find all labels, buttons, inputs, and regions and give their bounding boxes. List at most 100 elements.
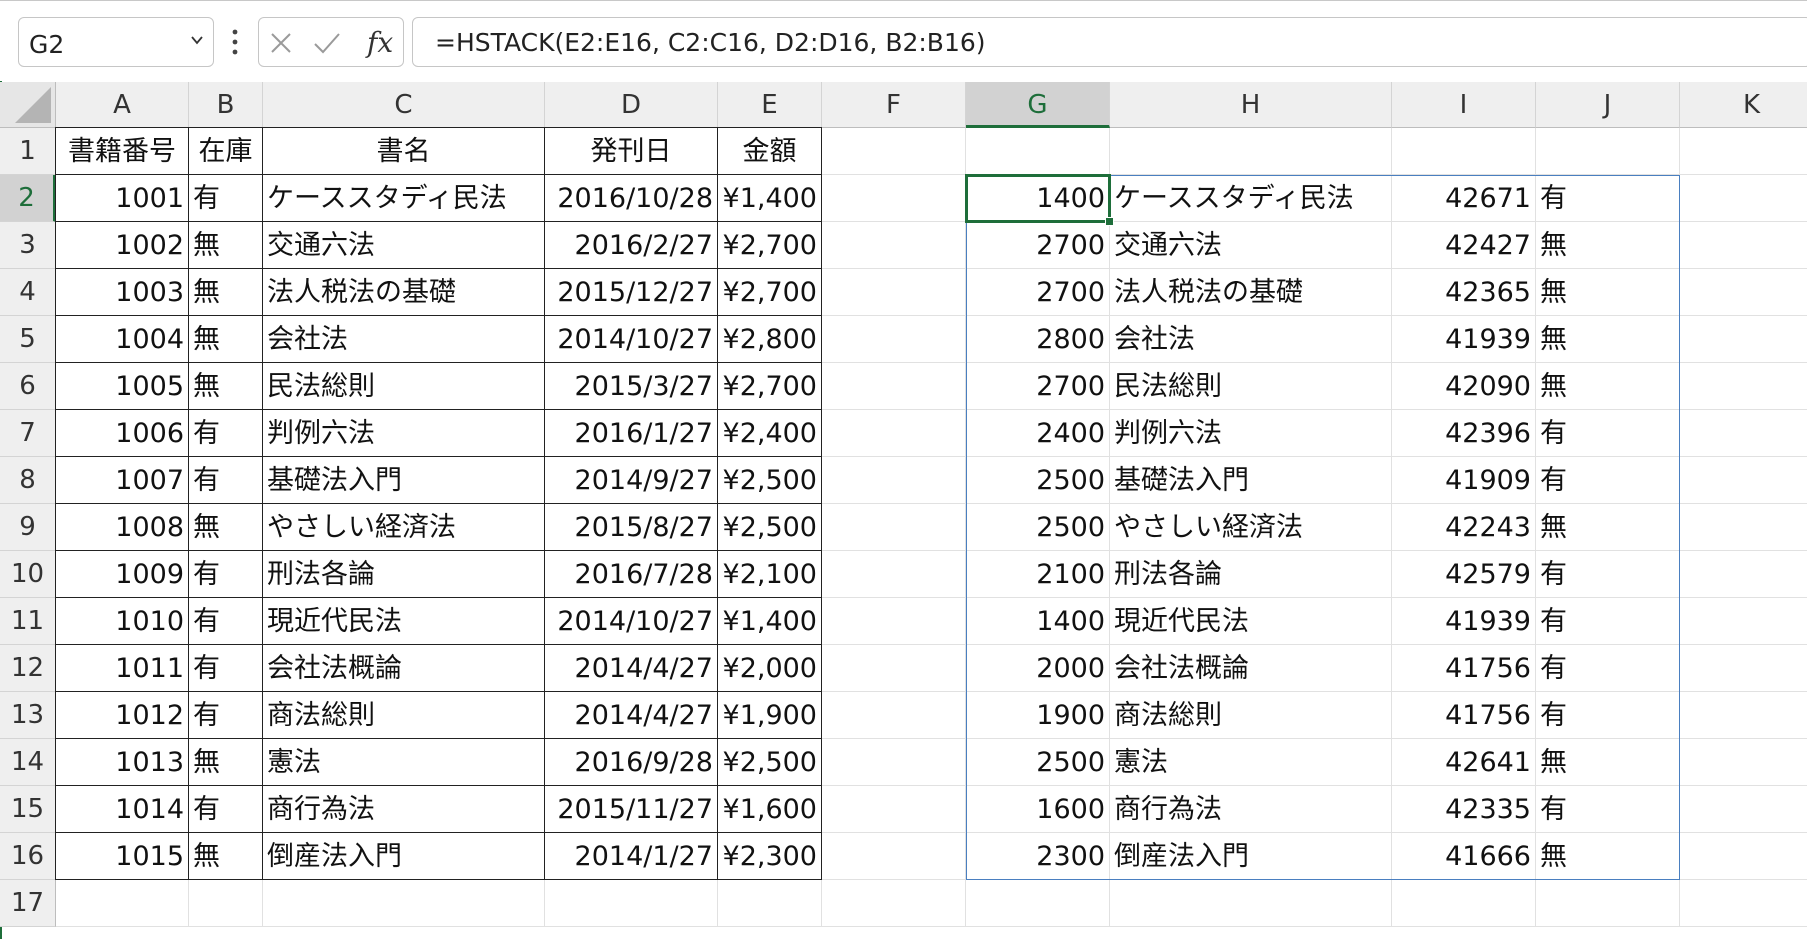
spill-cell[interactable]: 42243: [1392, 504, 1536, 551]
table-cell[interactable]: 1010: [55, 598, 189, 645]
spill-cell[interactable]: 1600: [966, 786, 1110, 833]
spill-cell[interactable]: 無: [1536, 363, 1680, 410]
empty-cell[interactable]: [822, 457, 966, 504]
spill-cell[interactable]: 2500: [966, 504, 1110, 551]
table-header-cell[interactable]: 金額: [718, 127, 822, 175]
spill-cell[interactable]: 2300: [966, 833, 1110, 880]
table-cell[interactable]: 民法総則: [263, 363, 545, 410]
table-cell[interactable]: 会社法: [263, 316, 545, 363]
spill-cell[interactable]: 法人税法の基礎: [1110, 269, 1392, 316]
table-cell[interactable]: 1002: [55, 222, 189, 269]
table-cell[interactable]: 判例六法: [263, 410, 545, 457]
table-cell[interactable]: 有: [189, 692, 263, 739]
table-cell[interactable]: 2016/9/28: [545, 739, 718, 786]
empty-cell[interactable]: [822, 739, 966, 786]
table-cell[interactable]: 2014/4/27: [545, 645, 718, 692]
spill-cell[interactable]: 無: [1536, 504, 1680, 551]
row-header-17[interactable]: 17: [0, 880, 56, 927]
column-header-a[interactable]: A: [56, 82, 189, 128]
table-cell[interactable]: 有: [189, 175, 263, 222]
column-header-j[interactable]: J: [1536, 82, 1680, 128]
empty-cell[interactable]: [822, 786, 966, 833]
table-cell[interactable]: 1011: [55, 645, 189, 692]
empty-cell[interactable]: [822, 128, 966, 175]
row-header-9[interactable]: 9: [0, 504, 56, 551]
spill-cell[interactable]: 交通六法: [1110, 222, 1392, 269]
table-cell[interactable]: ¥2,700: [718, 269, 822, 316]
column-header-d[interactable]: D: [545, 82, 718, 128]
spill-cell[interactable]: 41909: [1392, 457, 1536, 504]
empty-cell[interactable]: [1680, 504, 1807, 551]
empty-cell[interactable]: [822, 645, 966, 692]
spill-cell[interactable]: 有: [1536, 786, 1680, 833]
empty-cell[interactable]: [822, 692, 966, 739]
table-cell[interactable]: 2016/2/27: [545, 222, 718, 269]
column-header-h[interactable]: H: [1110, 82, 1392, 128]
table-cell[interactable]: 有: [189, 645, 263, 692]
spill-cell[interactable]: 有: [1536, 410, 1680, 457]
table-cell[interactable]: 倒産法入門: [263, 833, 545, 880]
cancel-icon[interactable]: [269, 31, 293, 55]
table-cell[interactable]: ¥2,500: [718, 739, 822, 786]
table-cell[interactable]: 2015/3/27: [545, 363, 718, 410]
table-cell[interactable]: 現近代民法: [263, 598, 545, 645]
spill-cell[interactable]: 42396: [1392, 410, 1536, 457]
empty-cell[interactable]: [1536, 880, 1680, 927]
spill-cell[interactable]: 有: [1536, 175, 1680, 222]
table-cell[interactable]: 2015/12/27: [545, 269, 718, 316]
table-cell[interactable]: ¥2,500: [718, 504, 822, 551]
spill-cell[interactable]: 会社法概論: [1110, 645, 1392, 692]
table-cell[interactable]: 2015/11/27: [545, 786, 718, 833]
empty-cell[interactable]: [1680, 739, 1807, 786]
table-cell[interactable]: ケーススタディ民法: [263, 175, 545, 222]
table-cell[interactable]: 無: [189, 316, 263, 363]
spill-cell[interactable]: 現近代民法: [1110, 598, 1392, 645]
column-header-c[interactable]: C: [263, 82, 545, 128]
empty-cell[interactable]: [1680, 128, 1807, 175]
table-cell[interactable]: 1009: [55, 551, 189, 598]
row-header-15[interactable]: 15: [0, 786, 56, 833]
table-cell[interactable]: 有: [189, 786, 263, 833]
table-cell[interactable]: ¥2,700: [718, 363, 822, 410]
empty-cell[interactable]: [822, 269, 966, 316]
empty-cell[interactable]: [189, 880, 263, 927]
table-header-cell[interactable]: 発刊日: [545, 127, 718, 175]
spill-cell[interactable]: 無: [1536, 222, 1680, 269]
spill-cell[interactable]: 2000: [966, 645, 1110, 692]
spill-cell[interactable]: 2500: [966, 457, 1110, 504]
spill-cell[interactable]: 無: [1536, 269, 1680, 316]
spill-cell[interactable]: 1400: [966, 175, 1110, 222]
spill-cell[interactable]: 41756: [1392, 645, 1536, 692]
table-cell[interactable]: ¥2,700: [718, 222, 822, 269]
column-header-g[interactable]: G: [966, 82, 1110, 128]
spill-cell[interactable]: 42365: [1392, 269, 1536, 316]
empty-cell[interactable]: [1392, 128, 1536, 175]
table-cell[interactable]: 2016/1/27: [545, 410, 718, 457]
enter-check-icon[interactable]: [313, 31, 341, 55]
table-cell[interactable]: 商行為法: [263, 786, 545, 833]
table-cell[interactable]: ¥2,800: [718, 316, 822, 363]
table-cell[interactable]: ¥1,400: [718, 598, 822, 645]
spill-cell[interactable]: 2700: [966, 222, 1110, 269]
spill-cell[interactable]: 民法総則: [1110, 363, 1392, 410]
table-cell[interactable]: 1001: [55, 175, 189, 222]
row-header-10[interactable]: 10: [0, 551, 56, 598]
spill-cell[interactable]: 基礎法入門: [1110, 457, 1392, 504]
spill-cell[interactable]: 商行為法: [1110, 786, 1392, 833]
select-all-button[interactable]: [0, 82, 56, 128]
spill-cell[interactable]: 2100: [966, 551, 1110, 598]
table-cell[interactable]: ¥2,300: [718, 833, 822, 880]
table-cell[interactable]: 1005: [55, 363, 189, 410]
table-cell[interactable]: ¥1,600: [718, 786, 822, 833]
empty-cell[interactable]: [822, 504, 966, 551]
empty-cell[interactable]: [822, 410, 966, 457]
spill-cell[interactable]: 無: [1536, 833, 1680, 880]
spill-cell[interactable]: 判例六法: [1110, 410, 1392, 457]
row-header-12[interactable]: 12: [0, 645, 56, 692]
chevron-down-icon[interactable]: [191, 34, 203, 46]
table-cell[interactable]: 1003: [55, 269, 189, 316]
spill-cell[interactable]: 41939: [1392, 316, 1536, 363]
spill-cell[interactable]: 41666: [1392, 833, 1536, 880]
table-cell[interactable]: やさしい経済法: [263, 504, 545, 551]
spill-cell[interactable]: 有: [1536, 551, 1680, 598]
